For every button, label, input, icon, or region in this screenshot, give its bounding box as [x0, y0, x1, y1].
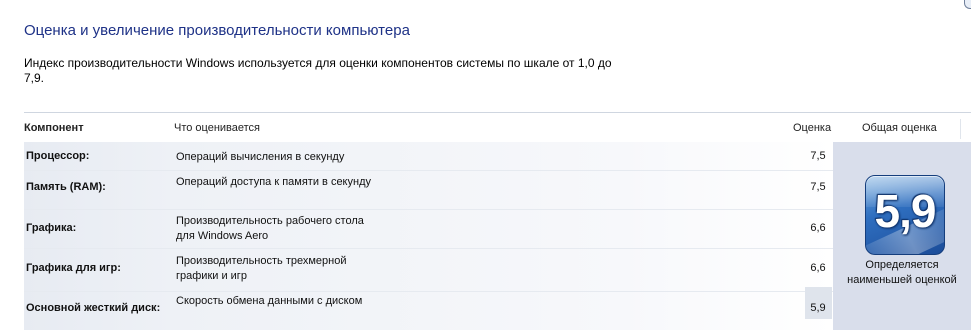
- subscore: 6,6: [810, 222, 826, 234]
- page-description: Индекс производительности Windows исполь…: [24, 56, 612, 85]
- table-row: Основной жесткий диск: Скорость обмена д…: [24, 287, 833, 330]
- header-what: Что оценивается: [174, 122, 261, 134]
- subscore: 6,6: [810, 262, 826, 274]
- base-score-value: 5,9: [874, 185, 937, 237]
- measured-metric: Скорость обмена данными с диском: [176, 295, 363, 307]
- header-divider: [24, 112, 971, 113]
- table-row: Графика для игр: Производительность трех…: [24, 249, 833, 291]
- column-divider: [960, 119, 961, 139]
- scrollbar-corner[interactable]: [964, 0, 971, 9]
- measured-metric: Операций вычисления в секунду: [176, 151, 345, 163]
- component-label: Графика для игр:: [26, 262, 121, 274]
- measured-metric: Операций доступа к памяти в секунду: [176, 176, 371, 188]
- score-table: Процессор: Операций вычисления в секунду…: [24, 142, 833, 330]
- subscore: 5,9: [810, 302, 826, 314]
- header-score: Оценка: [793, 122, 832, 134]
- table-row: Процессор: Операций вычисления в секунду…: [24, 142, 833, 170]
- base-score-badge: 5,9: [865, 175, 945, 255]
- component-label: Графика:: [26, 222, 77, 234]
- table-header: Компонент Что оценивается Оценка Общая о…: [24, 117, 971, 142]
- header-component: Компонент: [24, 122, 84, 134]
- component-label: Процессор:: [26, 150, 90, 162]
- subscore: 7,5: [810, 150, 826, 162]
- component-label: Память (RAM):: [26, 181, 106, 193]
- base-score-panel: 5,9 Определяется наименьшей оценкой: [833, 142, 971, 330]
- header-base-score: Общая оценка: [862, 122, 937, 134]
- measured-metric: Производительность рабочего стола для Wi…: [176, 215, 364, 242]
- table-row: Память (RAM): Операций доступа к памяти …: [24, 171, 833, 209]
- base-score-caption: Определяется наименьшей оценкой: [847, 259, 957, 286]
- page-title: Оценка и увеличение производительности к…: [24, 22, 410, 39]
- measured-metric: Производительность трехмерной графики и …: [176, 255, 347, 282]
- table-row: Графика: Производительность рабочего сто…: [24, 210, 833, 248]
- component-label: Основной жесткий диск:: [26, 302, 161, 314]
- subscore: 7,5: [810, 181, 826, 193]
